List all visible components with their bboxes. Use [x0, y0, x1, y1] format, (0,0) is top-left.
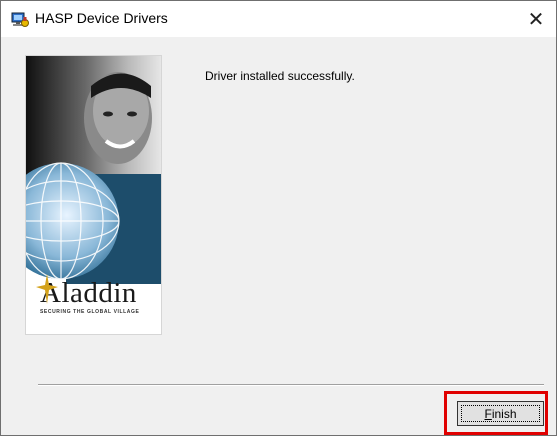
status-message: Driver installed successfully.	[205, 69, 355, 83]
finish-label-rest: inish	[491, 406, 517, 421]
title-bar[interactable]: HASP Device Drivers ✕	[1, 1, 556, 37]
window-title: HASP Device Drivers	[35, 10, 168, 26]
finish-mnemonic: F	[484, 406, 492, 421]
footer-divider	[38, 384, 544, 386]
aladdin-logo: Aladdin SECURING THE GLOBAL VILLAGE	[40, 278, 160, 315]
aladdin-tagline: SECURING THE GLOBAL VILLAGE	[40, 309, 140, 315]
installer-window: HASP Device Drivers ✕ Aladdin SECURING T…	[0, 0, 557, 436]
dialog-body: Aladdin SECURING THE GLOBAL VILLAGE Driv…	[1, 37, 556, 435]
aladdin-banner: Aladdin SECURING THE GLOBAL VILLAGE	[25, 55, 162, 335]
hasp-driver-icon	[11, 11, 29, 28]
aladdin-star-icon	[36, 274, 58, 304]
finish-button-label: Finish	[484, 407, 516, 421]
finish-button[interactable]: Finish	[457, 401, 544, 426]
close-button[interactable]: ✕	[516, 1, 556, 37]
close-icon: ✕	[527, 8, 545, 31]
aladdin-wordmark: Aladdin	[40, 277, 137, 309]
